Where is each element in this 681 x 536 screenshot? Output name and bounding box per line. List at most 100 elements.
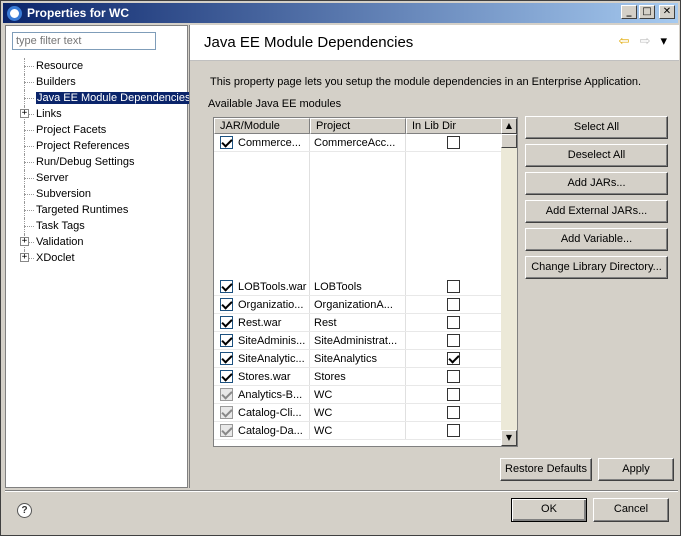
available-modules-label: Available Java EE modules [208, 98, 342, 110]
dropdown-menu-icon[interactable]: ▾ [660, 34, 667, 49]
tree-item-label: XDoclet [36, 252, 75, 264]
scroll-up-icon[interactable]: ▲ [501, 118, 517, 134]
cancel-button[interactable]: Cancel [593, 498, 669, 522]
add-variable-button[interactable]: Add Variable... [525, 228, 668, 251]
lib-dir-checkbox[interactable] [447, 424, 460, 437]
lib-dir-checkbox[interactable] [447, 280, 460, 293]
table-row[interactable]: Commerce... CommerceAcc... [214, 134, 502, 152]
tree-item-label: Targeted Runtimes [36, 204, 129, 216]
scroll-thumb[interactable] [501, 134, 517, 148]
lib-dir-checkbox[interactable] [447, 388, 460, 401]
tree-item-xdoclet[interactable]: + XDoclet [6, 250, 189, 266]
category-tree: Resource Builders Java EE Module Depende… [6, 58, 192, 266]
restore-defaults-button[interactable]: Restore Defaults [500, 458, 592, 481]
module-name: Stores.war [238, 370, 291, 383]
history-nav: ⇦ ⇨ ▾ [619, 34, 667, 49]
module-checkbox[interactable] [220, 352, 233, 365]
scroll-down-icon[interactable]: ▼ [501, 430, 517, 446]
lib-dir-checkbox[interactable] [447, 352, 460, 365]
module-checkbox[interactable] [220, 280, 233, 293]
table-row[interactable]: Rest.war Rest [214, 314, 502, 332]
lib-dir-checkbox[interactable] [447, 136, 460, 149]
expand-icon[interactable]: + [20, 109, 29, 118]
table-scrollbar[interactable]: ▲ ▼ [501, 118, 517, 446]
property-page: Java EE Module Dependencies ⇦ ⇨ ▾ This p… [189, 25, 679, 488]
lib-dir-checkbox[interactable] [447, 334, 460, 347]
tree-item-links[interactable]: + Links [6, 106, 189, 122]
tree-item-label: Java EE Module Dependencies [36, 92, 192, 104]
tree-item-resource[interactable]: Resource [6, 58, 189, 74]
project-name: CommerceAcc... [310, 134, 406, 151]
deselect-all-button[interactable]: Deselect All [525, 144, 668, 167]
maximize-icon[interactable]: □ [639, 5, 655, 19]
module-name: Commerce... [238, 136, 301, 149]
tree-item-java-ee-module-dependencies[interactable]: Java EE Module Dependencies [6, 90, 192, 106]
tree-item-subversion[interactable]: Subversion [6, 186, 189, 202]
lib-dir-checkbox[interactable] [447, 316, 460, 329]
apply-button[interactable]: Apply [598, 458, 674, 481]
table-row[interactable]: SiteAdminis... SiteAdministrat... [214, 332, 502, 350]
add-jars-button[interactable]: Add JARs... [525, 172, 668, 195]
lib-dir-checkbox[interactable] [447, 370, 460, 383]
help-icon[interactable]: ? [17, 503, 32, 518]
tree-item-builders[interactable]: Builders [6, 74, 189, 90]
tree-item-project-facets[interactable]: Project Facets [6, 122, 189, 138]
project-name: OrganizationA... [310, 296, 406, 313]
change-library-directory-button[interactable]: Change Library Directory... [525, 256, 668, 279]
module-checkbox[interactable] [220, 388, 233, 401]
table-row[interactable]: SiteAnalytic... SiteAnalytics [214, 350, 502, 368]
column-header-module[interactable]: JAR/Module [214, 118, 310, 134]
expand-icon[interactable]: + [20, 237, 29, 246]
table-row[interactable]: LOBTools.war LOBTools [214, 278, 502, 296]
column-header-project[interactable]: Project [310, 118, 406, 134]
tree-item-label: Resource [36, 60, 84, 72]
module-checkbox[interactable] [220, 406, 233, 419]
eclipse-icon [7, 5, 22, 21]
module-name: LOBTools.war [238, 280, 307, 293]
add-external-jars-button[interactable]: Add External JARs... [525, 200, 668, 223]
table-header: JAR/Module Project In Lib Dir [214, 118, 502, 134]
forward-arrow-icon[interactable]: ⇨ [640, 34, 651, 49]
module-name: Rest.war [238, 316, 282, 329]
column-header-lib-dir[interactable]: In Lib Dir [406, 118, 502, 134]
title-bar[interactable]: Properties for WC _ □ ✕ [3, 3, 678, 23]
lib-dir-checkbox[interactable] [447, 298, 460, 311]
project-name: LOBTools [310, 278, 406, 295]
module-checkbox[interactable] [220, 334, 233, 347]
module-name: SiteAdminis... [238, 334, 306, 347]
filter-input[interactable] [12, 32, 156, 50]
table-row[interactable]: Analytics-B... WC [214, 386, 502, 404]
table-row[interactable]: Stores.war Stores [214, 368, 502, 386]
tree-item-label: Project References [36, 140, 130, 152]
tree-item-server[interactable]: Server [6, 170, 189, 186]
expand-icon[interactable]: + [20, 253, 29, 262]
table-row[interactable]: Catalog-Da... WC [214, 422, 502, 440]
minimize-icon[interactable]: _ [621, 5, 637, 19]
table-row[interactable]: Catalog-Cli... WC [214, 404, 502, 422]
page-description: This property page lets you setup the mo… [210, 76, 642, 88]
module-checkbox[interactable] [220, 316, 233, 329]
module-checkbox[interactable] [220, 136, 233, 149]
select-all-button[interactable]: Select All [525, 116, 668, 139]
separator [5, 490, 678, 492]
tree-item-label: Validation [36, 236, 84, 248]
table-body: Commerce... CommerceAcc... LOBTools.war … [214, 134, 502, 446]
tree-item-targeted-runtimes[interactable]: Targeted Runtimes [6, 202, 189, 218]
close-icon[interactable]: ✕ [659, 5, 675, 19]
back-arrow-icon[interactable]: ⇦ [619, 34, 630, 49]
project-name: WC [310, 404, 406, 421]
tree-item-validation[interactable]: + Validation [6, 234, 189, 250]
tree-item-run-debug-settings[interactable]: Run/Debug Settings [6, 154, 189, 170]
tree-item-task-tags[interactable]: Task Tags [6, 218, 189, 234]
ok-button[interactable]: OK [511, 498, 587, 522]
table-row[interactable]: Organizatio... OrganizationA... [214, 296, 502, 314]
page-header: Java EE Module Dependencies ⇦ ⇨ ▾ [190, 25, 679, 61]
module-checkbox[interactable] [220, 424, 233, 437]
module-checkbox[interactable] [220, 298, 233, 311]
page-title: Java EE Module Dependencies [204, 34, 414, 51]
project-name: Rest [310, 314, 406, 331]
project-name: WC [310, 422, 406, 439]
module-checkbox[interactable] [220, 370, 233, 383]
tree-item-project-references[interactable]: Project References [6, 138, 189, 154]
lib-dir-checkbox[interactable] [447, 406, 460, 419]
